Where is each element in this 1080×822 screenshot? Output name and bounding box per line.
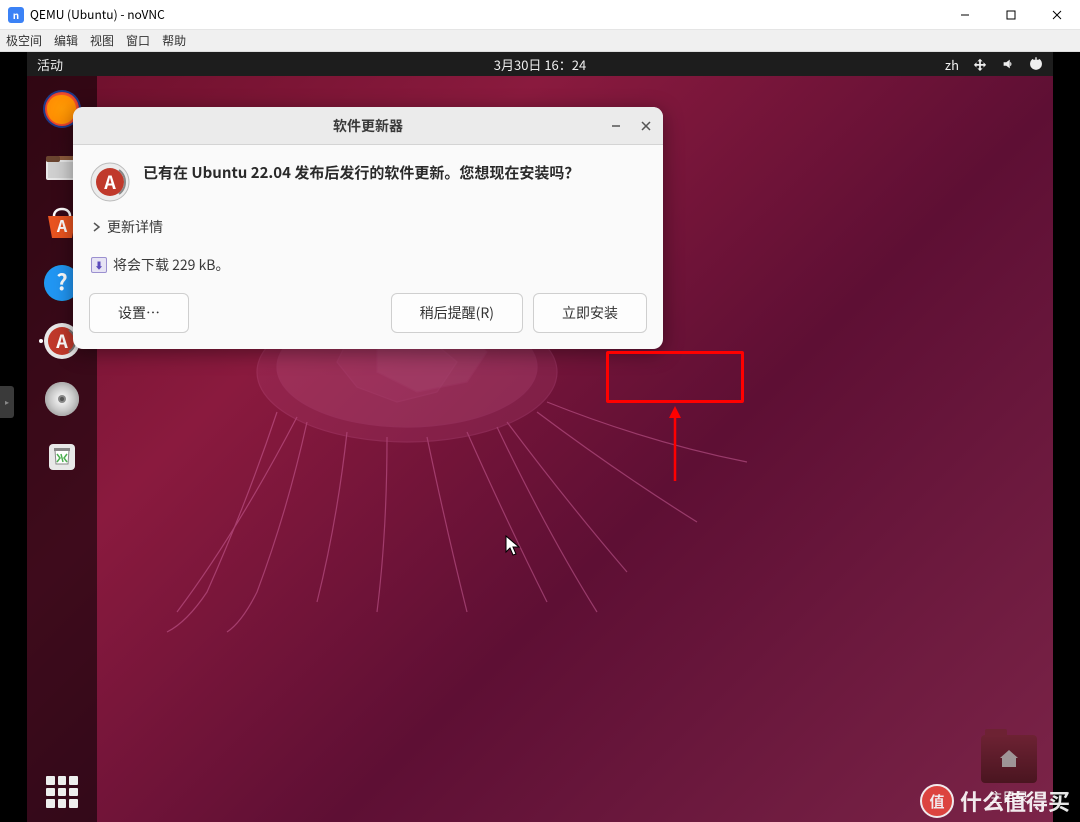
dialog-close-button[interactable] <box>635 115 657 137</box>
volume-icon <box>1001 57 1015 71</box>
home-folder-icon <box>981 735 1037 783</box>
dock-trash[interactable] <box>37 432 87 482</box>
download-info: ⬇ 将会下载 229 kB。 <box>91 255 647 275</box>
home-folder-label: 主目录 <box>989 787 1028 806</box>
network-icon <box>973 57 987 71</box>
download-icon: ⬇ <box>91 257 107 273</box>
novnc-panel-tab[interactable]: ▸ <box>0 386 14 418</box>
menu-item[interactable]: 窗口 <box>126 32 150 49</box>
software-updater-dialog: 软件更新器 A 已有在 Ubuntu 22.04 发布后发行的软件更新。您想现在… <box>73 107 663 349</box>
remind-later-button[interactable]: 稍后提醒(R) <box>391 293 523 333</box>
svg-text:?: ? <box>56 265 67 297</box>
svg-text:A: A <box>55 328 68 354</box>
menu-item[interactable]: 帮助 <box>162 32 186 49</box>
cursor-icon <box>505 535 523 557</box>
download-size-label: 将会下载 229 kB。 <box>113 255 230 275</box>
settings-button[interactable]: 设置… <box>89 293 189 333</box>
power-icon <box>1029 57 1043 71</box>
vnc-menubar: 极空间 编辑 视图 窗口 帮助 <box>0 30 1080 52</box>
language-indicator[interactable]: zh <box>945 55 959 74</box>
show-applications-button[interactable] <box>46 776 78 808</box>
close-button[interactable] <box>1034 0 1080 30</box>
dialog-body: A 已有在 Ubuntu 22.04 发布后发行的软件更新。您想现在安装吗？ 更… <box>73 145 663 349</box>
remote-desktop: ▸ 活动 3月30 <box>0 52 1080 822</box>
window-title: QEMU (Ubuntu) - noVNC <box>30 6 942 23</box>
menu-item[interactable]: 视图 <box>90 32 114 49</box>
minimize-button[interactable] <box>942 0 988 30</box>
dialog-titlebar[interactable]: 软件更新器 <box>73 107 663 145</box>
window-titlebar: n QEMU (Ubuntu) - noVNC <box>0 0 1080 30</box>
svg-text:A: A <box>103 169 116 195</box>
datetime-label[interactable]: 3月30日 16：24 <box>494 55 586 74</box>
activities-button[interactable]: 活动 <box>37 55 63 74</box>
gnome-top-bar: 活动 3月30日 16：24 zh <box>27 52 1053 76</box>
chevron-right-icon <box>91 221 103 233</box>
maximize-button[interactable] <box>988 0 1034 30</box>
software-updater-icon: A <box>89 161 131 203</box>
dialog-message: 已有在 Ubuntu 22.04 发布后发行的软件更新。您想现在安装吗？ <box>143 161 579 185</box>
details-label: 更新详情 <box>107 217 163 237</box>
novnc-app-icon: n <box>8 7 24 23</box>
svg-text:A: A <box>56 213 68 237</box>
desktop-home-folder[interactable]: 主目录 <box>981 735 1037 806</box>
install-now-button[interactable]: 立即安装 <box>533 293 647 333</box>
update-details-expander[interactable]: 更新详情 <box>91 217 647 237</box>
dialog-minimize-button[interactable] <box>605 115 627 137</box>
window-controls <box>942 0 1080 30</box>
dock-disc[interactable] <box>37 374 87 424</box>
menu-item[interactable]: 编辑 <box>54 32 78 49</box>
status-area[interactable]: zh <box>945 55 1043 74</box>
menu-item[interactable]: 极空间 <box>6 32 42 49</box>
dialog-title: 软件更新器 <box>333 116 403 136</box>
